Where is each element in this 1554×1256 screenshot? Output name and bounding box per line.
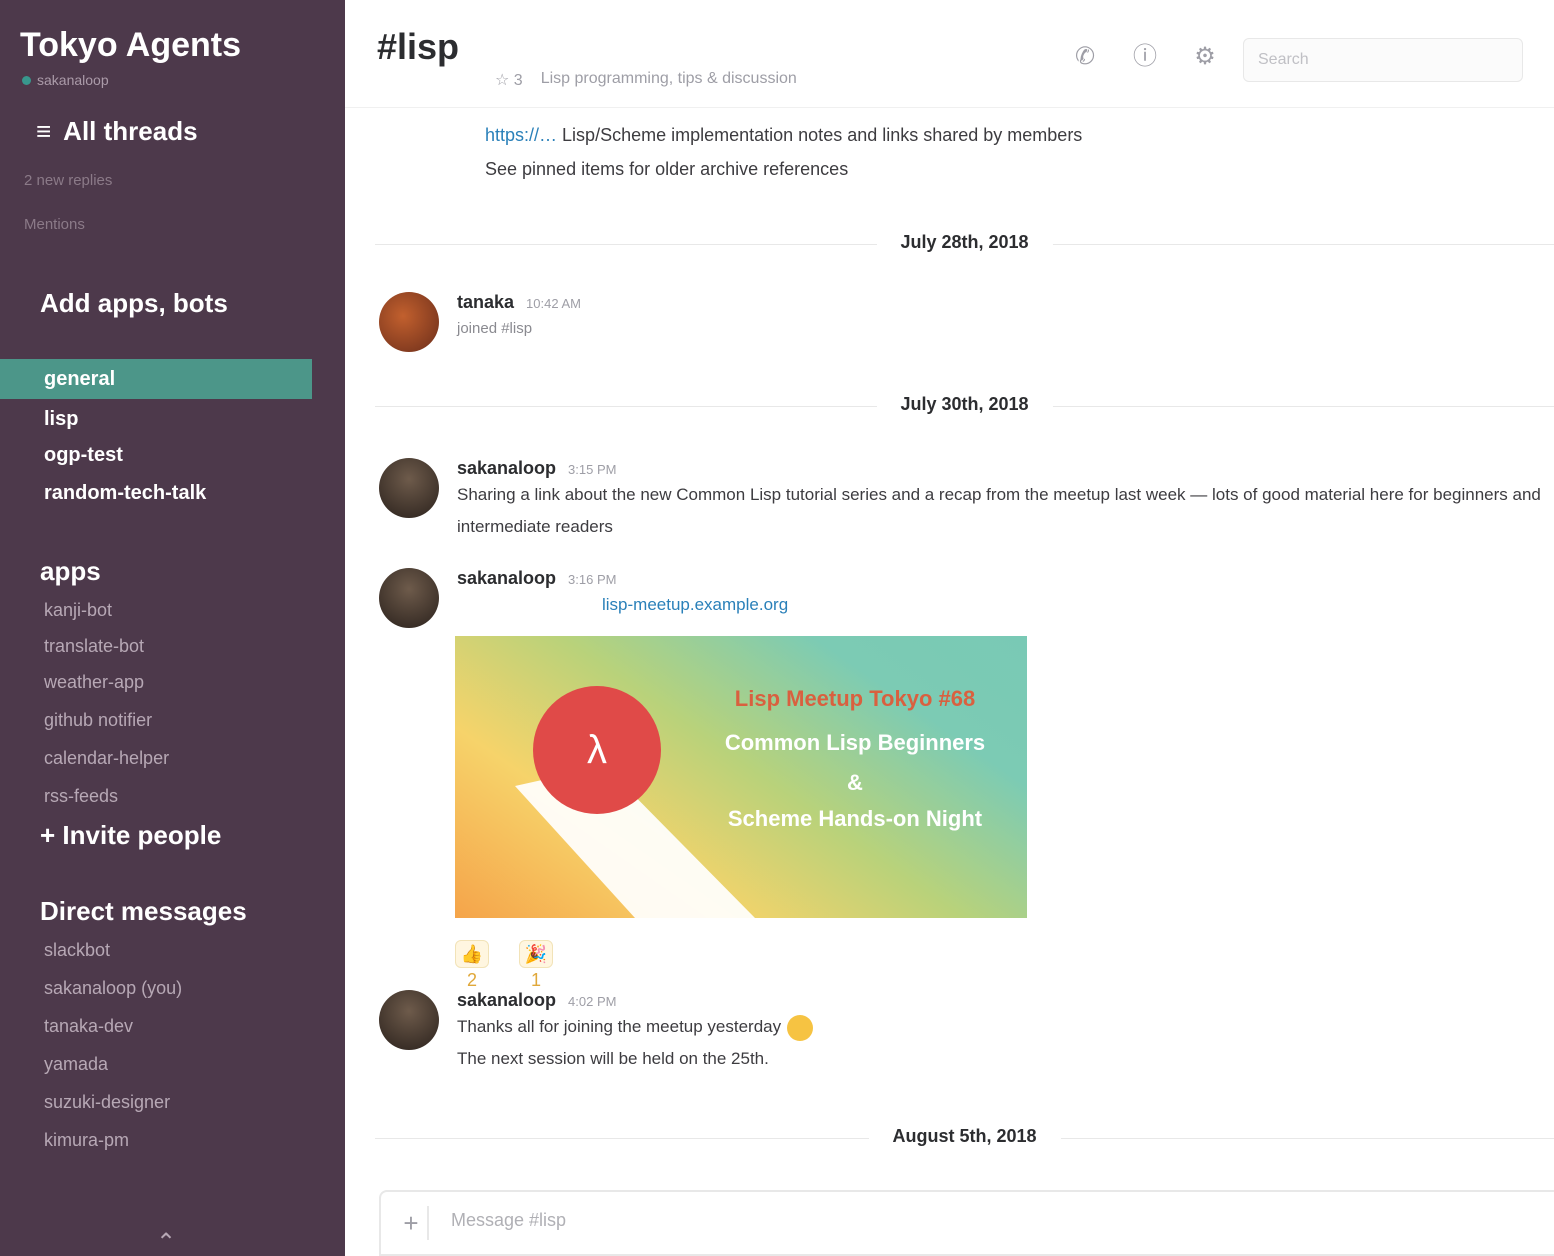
message-input[interactable]: Message #lisp [451,1210,566,1231]
message-time[interactable]: 4:02 PM [568,994,616,1009]
day-divider-label[interactable]: July 28th, 2018 [876,232,1053,253]
day-divider-label[interactable]: July 30th, 2018 [876,394,1053,415]
message-time[interactable]: 10:42 AM [526,296,581,311]
top-line-2: See pinned items for older archive refer… [485,159,849,179]
dm-item[interactable]: sakanaloop (you) [44,978,182,999]
channel-item-lisp[interactable]: lisp [44,408,78,431]
team-name[interactable]: Tokyo Agents [20,26,241,65]
channel-header: #lisp ☆ 3 Lisp programming, tips & discu… [345,0,1554,108]
message-author[interactable]: sakanaloop [457,990,556,1011]
channel-title[interactable]: #lisp [377,26,459,68]
dm-item[interactable]: tanaka-dev [44,1016,133,1037]
settings-icon[interactable]: ⚙ [1190,42,1220,72]
presence-dot-icon [22,75,31,85]
threads-meta: 2 new replies [24,172,113,189]
avatar[interactable] [379,458,439,518]
expand-icon[interactable]: ⌃ [150,1228,182,1256]
user-name: sakanaloop [37,72,109,88]
reactions: 👍 2 🎉 1 [455,940,553,990]
phone-icon[interactable]: ✆ [1070,42,1100,72]
app-item[interactable]: github notifier [44,710,152,731]
add-apps-link[interactable]: Add apps, bots [40,288,228,319]
member-count[interactable]: ☆ 3 [495,70,523,90]
day-divider: July 30th, 2018 [375,394,1554,416]
channel-meta: ☆ 3 Lisp programming, tips & discussion [495,70,797,90]
user-status[interactable]: sakanaloop [22,72,109,88]
header-icons: ✆ ⓘ ⚙ [1070,42,1220,72]
message-author[interactable]: sakanaloop [457,458,556,479]
channel-item-general[interactable]: general [0,359,312,399]
message-author[interactable]: sakanaloop [457,568,556,589]
sidebar: Tokyo Agents sakanaloop ≡ All threads 2 … [0,0,345,1256]
reaction-chip[interactable]: 👍 2 [455,940,489,990]
main-pane: #lisp ☆ 3 Lisp programming, tips & discu… [345,0,1554,1256]
message-text-continued: The next session will be held on the 25t… [457,1049,769,1068]
day-divider-label[interactable]: August 5th, 2018 [868,1126,1061,1147]
message-link[interactable]: lisp-meetup.example.org [602,595,788,614]
day-divider: July 28th, 2018 [375,232,1554,254]
message-item: tanaka 10:42 AM joined #lisp [379,292,1554,356]
dm-item[interactable]: kimura-pm [44,1130,129,1151]
promo-line: Common Lisp Beginners [724,730,986,755]
top-link[interactable]: https://… [485,125,557,145]
dm-item[interactable]: slackbot [44,940,110,961]
message-text: Sharing a link about the new Common Lisp… [457,485,1541,504]
smile-emoji-icon [787,1014,814,1041]
apps-section-header[interactable]: apps [40,556,101,587]
app-item[interactable]: calendar-helper [44,748,169,769]
dm-item[interactable]: yamada [44,1054,108,1075]
attach-plus-icon[interactable]: + [395,1206,429,1240]
all-threads-label: All threads [63,116,198,146]
day-divider: August 5th, 2018 [375,1126,1554,1148]
lambda-badge-icon: λ [533,686,661,814]
previous-message-text: https://… Lisp/Scheme implementation not… [485,118,1385,186]
all-threads-link[interactable]: ≡ All threads [36,116,198,147]
avatar[interactable] [379,568,439,628]
avatar[interactable] [379,990,439,1050]
promo-line: & [847,770,863,795]
channel-topic[interactable]: Lisp programming, tips & discussion [541,70,797,90]
invite-people-link[interactable]: + Invite people [40,820,221,851]
info-icon[interactable]: ⓘ [1130,42,1160,72]
promo-line: Scheme Hands-on Night [727,806,983,831]
channel-item-random-tech-talk[interactable]: random-tech-talk [44,482,206,505]
app-item[interactable]: translate-bot [44,636,144,657]
reaction-chip[interactable]: 🎉 1 [519,940,553,990]
avatar[interactable] [379,292,439,352]
app-item[interactable]: weather-app [44,672,144,693]
promo-title: Lisp Meetup Tokyo #68 [734,686,976,711]
message-text: Thanks all for joining the meetup yester… [457,1017,782,1036]
message-item: sakanaloop 3:15 PM Sharing a link about … [379,458,1554,558]
direct-messages-header[interactable]: Direct messages [40,896,247,927]
message-item: sakanaloop 3:16 PM lisp-meetup.example.o… [379,568,1554,638]
message-composer[interactable]: + Message #lisp [379,1190,1554,1256]
message-item: sakanaloop 4:02 PM Thanks all for joinin… [379,990,1554,1090]
message-author[interactable]: tanaka [457,292,514,313]
top-line-1: Lisp/Scheme implementation notes and lin… [562,125,1083,145]
message-time[interactable]: 3:16 PM [568,572,616,587]
link-preview-image[interactable]: λ Lisp Meetup Tokyo #68 Common Lisp Begi… [455,636,1027,918]
message-text-continued: intermediate readers [457,517,613,536]
threads-icon: ≡ [36,116,52,146]
message-text: joined #lisp [457,320,533,337]
mentions-link[interactable]: Mentions [24,216,85,233]
app-item[interactable]: kanji-bot [44,600,112,621]
dm-item[interactable]: suzuki-designer [44,1092,170,1113]
channel-item-ogp-test[interactable]: ogp-test [44,444,123,467]
app-item[interactable]: rss-feeds [44,786,118,807]
message-time[interactable]: 3:15 PM [568,462,616,477]
search-input[interactable]: Search [1243,38,1523,82]
